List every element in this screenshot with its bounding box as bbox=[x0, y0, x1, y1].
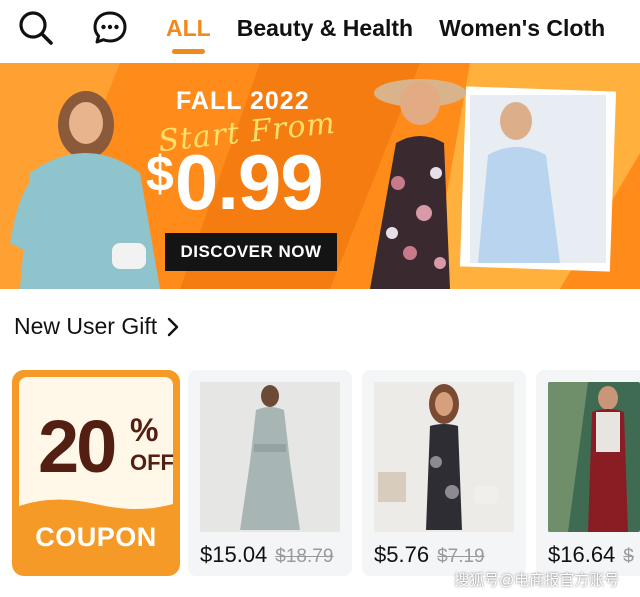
product-card[interactable]: $15.04 $18.79 bbox=[188, 370, 352, 576]
watermark: 搜狐号@电商报官方账号 bbox=[454, 572, 620, 589]
top-nav: ALL Beauty & Health Women's Cloth bbox=[0, 0, 640, 60]
coupon-card[interactable]: 20 % OFF COUPON bbox=[12, 370, 180, 576]
product-price: $15.04 bbox=[200, 542, 268, 567]
product-card[interactable]: $5.76 $7.19 bbox=[362, 370, 526, 576]
product-price: $16.64 bbox=[548, 542, 616, 567]
chevron-right-icon bbox=[167, 317, 179, 336]
product-image bbox=[200, 382, 340, 532]
product-price: $5.76 bbox=[374, 542, 430, 567]
tab-all[interactable]: ALL bbox=[166, 10, 211, 54]
coupon-label: COUPON bbox=[35, 522, 157, 552]
promo-banner[interactable]: FALL 2022 Start From $0.99 DISCOVER NOW bbox=[0, 63, 640, 289]
tab-womens-clothing[interactable]: Women's Cloth bbox=[439, 10, 605, 54]
product-old-price: $ bbox=[623, 546, 634, 567]
model-right-image bbox=[459, 86, 617, 272]
product-old-price: $18.79 bbox=[275, 546, 334, 567]
coupon-percent: 20 bbox=[38, 405, 117, 488]
chat-icon[interactable] bbox=[90, 8, 130, 48]
product-image bbox=[374, 382, 514, 532]
banner-price-symbol: $ bbox=[146, 146, 174, 202]
product-price-row: $15.04 $18.79 bbox=[200, 542, 333, 568]
new-user-gift-header[interactable]: New User Gift bbox=[14, 313, 179, 340]
product-card[interactable]: $16.64 $ bbox=[536, 370, 640, 576]
product-image bbox=[548, 382, 640, 532]
coupon-off-label: OFF bbox=[130, 450, 174, 475]
category-tabs: ALL Beauty & Health Women's Cloth bbox=[166, 10, 631, 54]
banner-price-value: 0.99 bbox=[174, 138, 324, 226]
tab-beauty-health[interactable]: Beauty & Health bbox=[237, 10, 413, 54]
product-price-row: $5.76 $7.19 bbox=[374, 542, 485, 568]
search-icon[interactable] bbox=[16, 8, 56, 48]
coupon-percent-sign: % bbox=[130, 412, 159, 448]
banner-price: $0.99 bbox=[146, 137, 324, 228]
section-title: New User Gift bbox=[14, 313, 158, 339]
product-old-price: $7.19 bbox=[437, 546, 485, 567]
product-price-row: $16.64 $ bbox=[548, 542, 634, 568]
discover-now-button[interactable]: DISCOVER NOW bbox=[165, 233, 337, 271]
